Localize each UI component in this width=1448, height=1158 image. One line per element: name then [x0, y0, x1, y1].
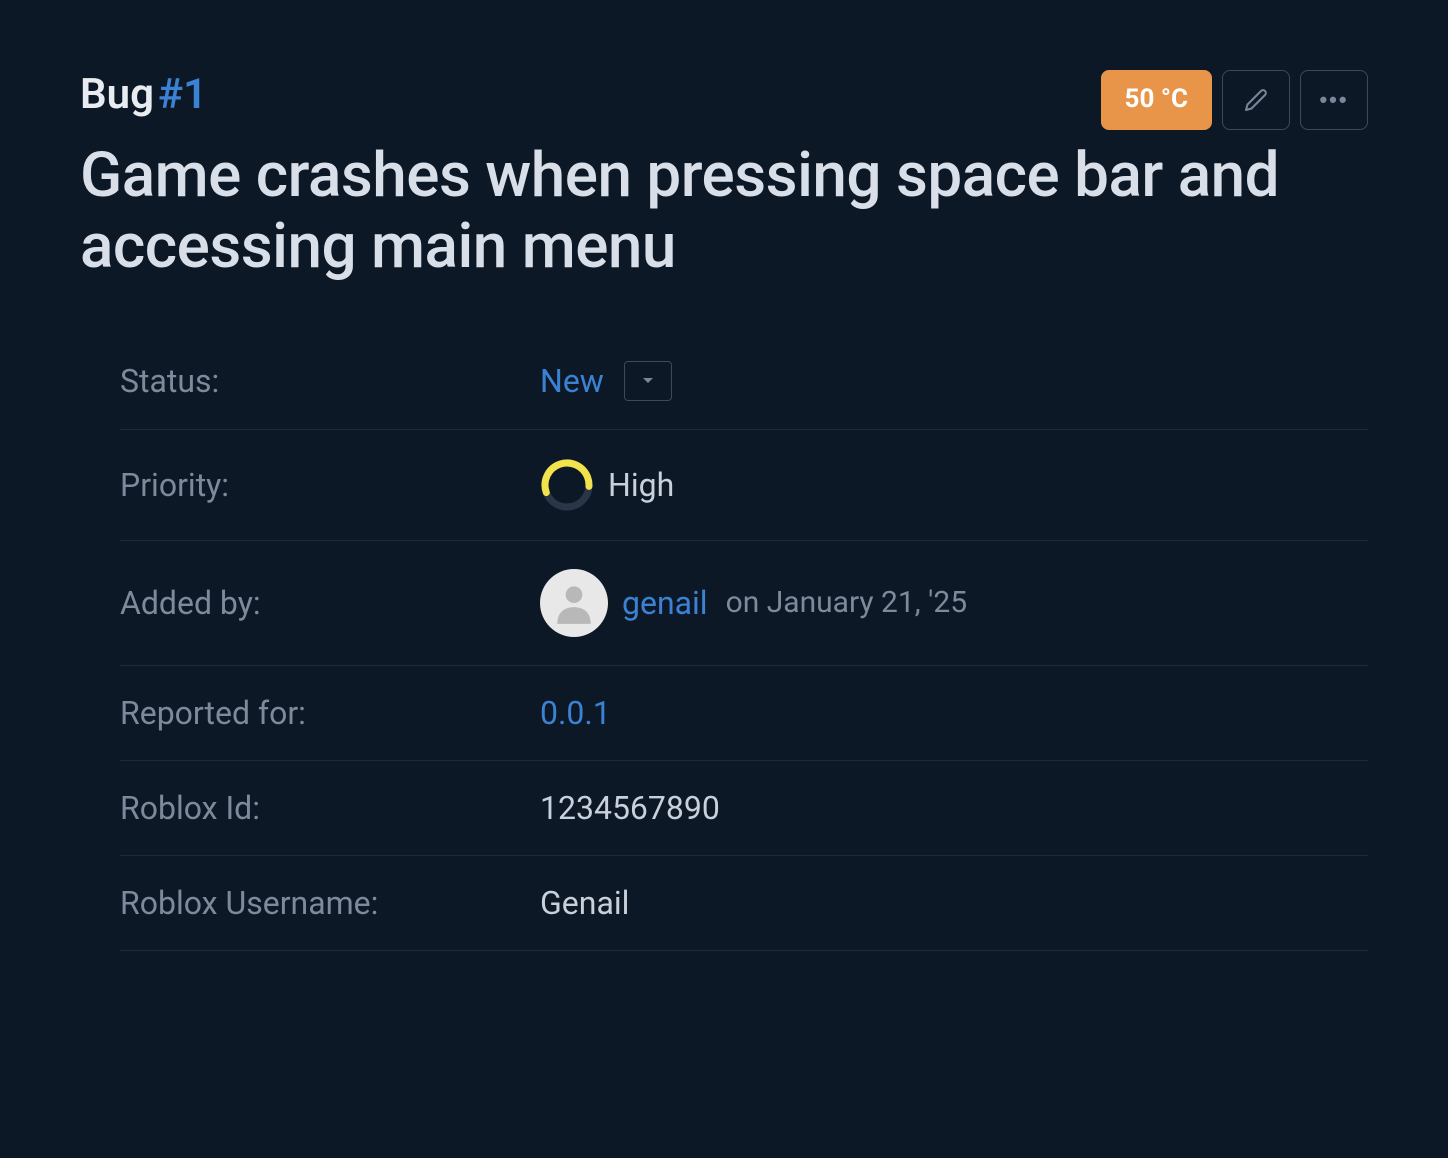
added-by-user-link[interactable]: genail — [622, 584, 708, 622]
bug-card: Bug #1 50 °C ••• Game crashes when press… — [20, 20, 1428, 1001]
field-value-added-by: genail on January 21, '25 — [540, 569, 967, 637]
fields-list: Status: New Priority: High Added by: — [120, 333, 1368, 951]
field-label-reported-for: Reported for: — [120, 694, 540, 732]
status-dropdown-button[interactable] — [624, 361, 672, 401]
field-value-priority: High — [540, 458, 674, 512]
field-status: Status: New — [120, 333, 1368, 430]
field-label-roblox-id: Roblox Id: — [120, 789, 540, 827]
caret-down-icon — [642, 377, 654, 385]
priority-ring-icon — [540, 458, 594, 512]
field-added-by: Added by: genail on January 21, '25 — [120, 541, 1368, 666]
field-value-status: New — [540, 361, 672, 401]
person-icon — [549, 578, 599, 628]
field-reported-for: Reported for: 0.0.1 — [120, 666, 1368, 761]
bug-number[interactable]: #1 — [158, 70, 207, 119]
header-row: Bug #1 50 °C ••• — [80, 70, 1368, 130]
reported-for-version-link[interactable]: 0.0.1 — [540, 694, 611, 732]
field-label-added-by: Added by: — [120, 584, 540, 622]
bug-identifier: Bug #1 — [80, 70, 207, 119]
pencil-icon — [1244, 88, 1268, 112]
temperature-badge[interactable]: 50 °C — [1101, 70, 1212, 130]
field-value-roblox-id: 1234567890 — [540, 789, 720, 827]
field-roblox-id: Roblox Id: 1234567890 — [120, 761, 1368, 856]
field-label-roblox-username: Roblox Username: — [120, 884, 540, 922]
field-value-reported-for: 0.0.1 — [540, 694, 611, 732]
edit-button[interactable] — [1222, 70, 1290, 130]
field-priority: Priority: High — [120, 430, 1368, 541]
status-value-link[interactable]: New — [540, 362, 604, 400]
avatar[interactable] — [540, 569, 608, 637]
dots-icon: ••• — [1319, 87, 1348, 113]
bug-type-label: Bug — [80, 70, 154, 119]
field-label-priority: Priority: — [120, 466, 540, 504]
priority-value-text: High — [608, 466, 674, 504]
field-label-status: Status: — [120, 362, 540, 400]
more-actions-button[interactable]: ••• — [1300, 70, 1368, 130]
field-value-roblox-username: Genail — [540, 884, 629, 922]
bug-title: Game crashes when pressing space bar and… — [80, 140, 1368, 283]
added-by-date: on January 21, '25 — [726, 585, 968, 620]
header-actions: 50 °C ••• — [1101, 70, 1368, 130]
field-roblox-username: Roblox Username: Genail — [120, 856, 1368, 951]
